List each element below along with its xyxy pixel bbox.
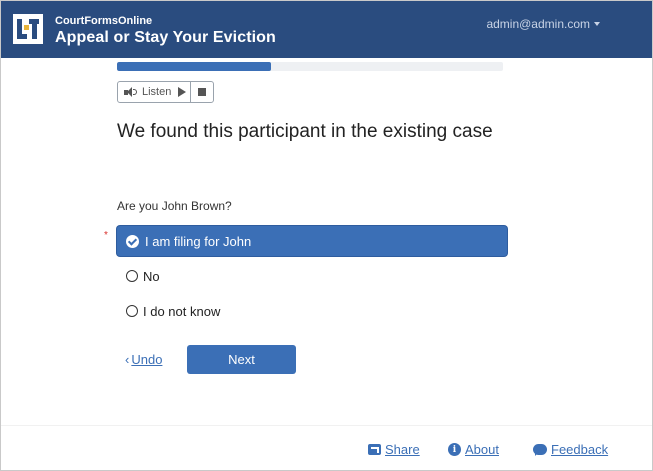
share-link[interactable]: Share bbox=[368, 442, 420, 457]
option-no[interactable]: No bbox=[117, 261, 507, 291]
progress-bar bbox=[117, 62, 503, 71]
feedback-link[interactable]: Feedback bbox=[533, 442, 608, 457]
option-label: I am filing for John bbox=[145, 233, 252, 249]
user-menu[interactable]: admin@admin.com bbox=[486, 17, 600, 31]
option-label: No bbox=[143, 268, 160, 284]
app-window: CourtFormsOnline Appeal or Stay Your Evi… bbox=[0, 0, 653, 471]
stop-button[interactable] bbox=[191, 82, 213, 102]
option-label: I do not know bbox=[143, 303, 221, 319]
radio-empty-icon bbox=[126, 270, 138, 282]
app-header: CourtFormsOnline Appeal or Stay Your Evi… bbox=[1, 1, 652, 58]
share-icon bbox=[368, 444, 381, 455]
org-name: CourtFormsOnline bbox=[55, 15, 153, 27]
undo-link[interactable]: ‹ Undo bbox=[125, 352, 162, 367]
next-button[interactable]: Next bbox=[187, 345, 296, 374]
progress-fill bbox=[117, 62, 272, 71]
option-do-not-know[interactable]: I do not know bbox=[117, 296, 507, 326]
speaker-icon bbox=[124, 86, 138, 98]
option-filing-for-john[interactable]: I am filing for John bbox=[117, 226, 507, 256]
feedback-label: Feedback bbox=[551, 442, 609, 457]
footer-divider bbox=[1, 425, 652, 426]
comment-icon bbox=[533, 444, 547, 456]
user-email: admin@admin.com bbox=[486, 17, 590, 31]
play-icon bbox=[178, 87, 187, 97]
undo-label: Undo bbox=[131, 352, 163, 367]
chevron-left-icon: ‹ bbox=[125, 352, 130, 367]
share-label: Share bbox=[385, 442, 420, 457]
required-mark: * bbox=[104, 230, 108, 241]
app-title: Appeal or Stay Your Eviction bbox=[55, 29, 276, 46]
listen-control: Listen bbox=[117, 81, 215, 103]
about-label: About bbox=[465, 442, 499, 457]
listen-button[interactable]: Listen bbox=[118, 82, 192, 102]
question-title: We found this participant in the existin… bbox=[117, 121, 493, 142]
caret-down-icon bbox=[594, 22, 600, 26]
radio-empty-icon bbox=[126, 305, 138, 317]
courtformsonline-logo-icon[interactable] bbox=[13, 14, 43, 44]
info-icon: i bbox=[448, 443, 461, 456]
stop-icon bbox=[198, 88, 207, 96]
question-label: Are you John Brown? bbox=[117, 199, 232, 213]
check-circle-icon bbox=[126, 234, 139, 248]
listen-label: Listen bbox=[142, 86, 172, 98]
about-link[interactable]: i About bbox=[448, 442, 499, 457]
